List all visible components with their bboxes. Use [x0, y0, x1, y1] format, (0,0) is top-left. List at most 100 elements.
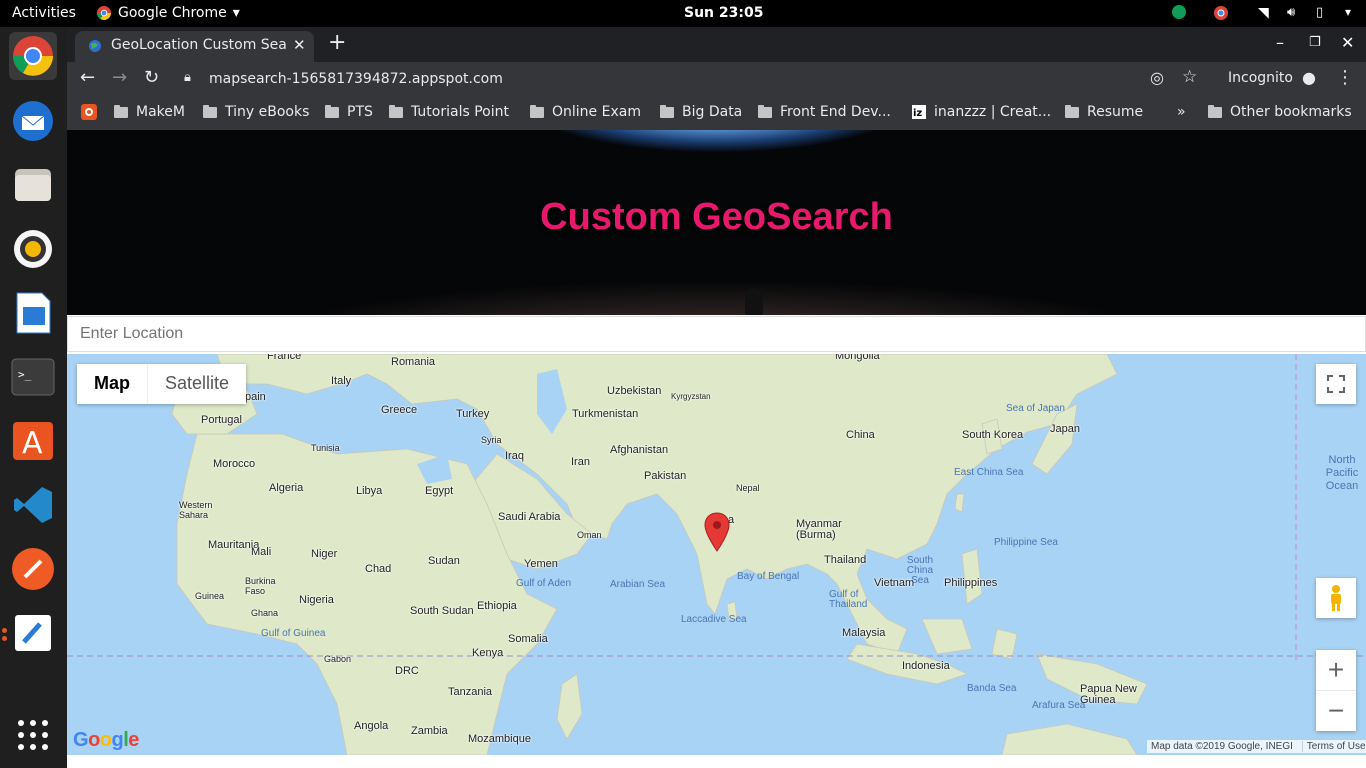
- bookmark-label: Online Exam: [552, 104, 641, 120]
- writer-icon[interactable]: [9, 289, 57, 337]
- map-label-western-sahara: Western Sahara: [179, 500, 213, 520]
- minimize-icon[interactable]: –: [1276, 33, 1284, 52]
- chrome-tray-icon[interactable]: [1213, 5, 1229, 25]
- map-label-iraq: Iraq: [505, 450, 524, 462]
- incognito-icon[interactable]: ●: [1302, 68, 1316, 87]
- bookmark-label: Tutorials Point: [411, 104, 509, 120]
- map-label-chad: Chad: [365, 563, 392, 575]
- bookmark-tutorials-point[interactable]: Tutorials Point: [389, 104, 509, 120]
- map-label-south-korea: South Korea: [962, 429, 1024, 441]
- map-type-control: Map Satellite: [77, 364, 247, 404]
- google-map[interactable]: France Romania Mongolia Italy pain Uzbek…: [67, 354, 1366, 755]
- map-sea-gulf-guinea: Gulf of Guinea: [261, 628, 326, 639]
- satellite-view-button[interactable]: Satellite: [147, 364, 246, 404]
- lock-icon[interactable]: 🔒︎: [184, 70, 191, 85]
- active-tab[interactable]: GeoLocation Custom Sear ✕: [75, 31, 314, 62]
- map-sea-east-china: East China Sea: [954, 467, 1024, 478]
- bookmark-tiny-ebooks[interactable]: Tiny eBooks: [203, 104, 309, 120]
- incognito-label[interactable]: Incognito: [1228, 70, 1293, 86]
- map-label-sudan: Sudan: [428, 555, 460, 567]
- map-label-philippines: Philippines: [944, 577, 998, 589]
- terms-of-use-link[interactable]: Terms of Use: [1301, 741, 1366, 752]
- map-sea-gulf-aden: Gulf of Aden: [516, 578, 572, 589]
- zoom-out-icon[interactable]: −: [1316, 690, 1356, 730]
- location-icon[interactable]: ◎: [1150, 68, 1164, 87]
- map-label-afghanistan: Afghanistan: [610, 444, 669, 456]
- battery-icon[interactable]: ▯: [1316, 5, 1323, 20]
- menu-icon[interactable]: ⋮: [1336, 67, 1354, 88]
- new-tab-button[interactable]: +: [328, 30, 346, 55]
- location-search-input[interactable]: [67, 316, 1366, 352]
- map-view-button[interactable]: Map: [77, 364, 147, 404]
- svg-text:>_: >_: [18, 368, 32, 381]
- map-label-nigeria: Nigeria: [299, 594, 334, 606]
- chrome-dock-icon[interactable]: [9, 32, 57, 80]
- close-window-icon[interactable]: ✕: [1341, 33, 1354, 52]
- volume-icon[interactable]: 🔊︎: [1287, 5, 1295, 20]
- map-label-morocco: Morocco: [213, 458, 256, 470]
- restore-icon[interactable]: ❐: [1309, 35, 1321, 50]
- bookmark-resume[interactable]: Resume: [1065, 104, 1143, 120]
- map-label-syria: Syria: [481, 435, 502, 445]
- map-sea-banda: Banda Sea: [967, 683, 1017, 694]
- map-label-thailand: Thailand: [824, 554, 867, 566]
- tab-title: GeoLocation Custom Sear: [111, 37, 286, 53]
- address-bar[interactable]: mapsearch-1565817394872.appspot.com: [209, 71, 503, 87]
- text-editor-icon[interactable]: [9, 609, 57, 657]
- bookmark-label: MakeM: [136, 104, 185, 120]
- back-icon[interactable]: ←: [80, 67, 95, 88]
- map-label-italy: Italy: [331, 375, 352, 387]
- forward-icon[interactable]: →: [112, 67, 127, 88]
- map-data-credit: Map data ©2019 Google, INEGI: [1151, 741, 1293, 752]
- map-label-angola: Angola: [354, 720, 389, 732]
- wifi-icon[interactable]: ◥: [1258, 5, 1269, 21]
- close-tab-icon[interactable]: ✕: [293, 36, 306, 54]
- vscode-icon[interactable]: [9, 481, 57, 529]
- software-center-icon[interactable]: A: [9, 417, 57, 465]
- zoom-in-icon[interactable]: +: [1316, 650, 1356, 690]
- map-label-turkey: Turkey: [456, 408, 490, 420]
- iz-favicon-icon: iz: [912, 105, 926, 119]
- app-menu-label: Google Chrome: [118, 5, 227, 21]
- bookmark-inanzzz[interactable]: iz inanzzz | Creat...: [912, 104, 1051, 120]
- web-page: Custom GeoSearch Enter Location France R…: [67, 130, 1366, 768]
- bookmark-big-data[interactable]: Big Data: [660, 104, 742, 120]
- app-menu[interactable]: Google Chrome ▾: [96, 5, 240, 21]
- activities-button[interactable]: Activities: [12, 5, 76, 21]
- map-label-drc: DRC: [395, 665, 419, 677]
- pegman-icon[interactable]: [1316, 578, 1356, 618]
- map-label-uzbekistan: Uzbekistan: [607, 385, 662, 397]
- clock[interactable]: Sun 23:05: [684, 5, 763, 21]
- bookmark-makem[interactable]: MakeM: [114, 104, 185, 120]
- bookmark-front-end[interactable]: Front End Dev...: [758, 104, 891, 120]
- running-indicator: [2, 628, 7, 633]
- hero-banner: Custom GeoSearch: [67, 130, 1366, 315]
- hangouts-icon[interactable]: [1172, 5, 1186, 25]
- zoom-control: + −: [1316, 650, 1356, 731]
- location-marker-icon[interactable]: [704, 512, 730, 552]
- fullscreen-icon[interactable]: [1316, 364, 1356, 404]
- bookmark-apps-icon[interactable]: [81, 104, 97, 120]
- bookmark-pts[interactable]: PTS: [325, 104, 373, 120]
- thunderbird-icon[interactable]: [9, 97, 57, 145]
- rhythmbox-icon[interactable]: [9, 225, 57, 273]
- map-label-turkmenistan: Turkmenistan: [572, 408, 639, 420]
- bookmark-online-exam[interactable]: Online Exam: [530, 104, 641, 120]
- files-icon[interactable]: [9, 161, 57, 209]
- map-sea-laccadive: Laccadive Sea: [681, 614, 747, 625]
- folder-icon: [203, 104, 217, 118]
- system-menu-icon[interactable]: ▾: [1345, 5, 1351, 19]
- map-attribution: Map data ©2019 Google, INEGI Terms of Us…: [1147, 740, 1366, 753]
- reload-icon[interactable]: ↻: [144, 67, 159, 88]
- bookmark-label: PTS: [347, 104, 373, 120]
- postman-icon[interactable]: [9, 545, 57, 593]
- map-label-ethiopia: Ethiopia: [477, 600, 517, 612]
- terminal-icon[interactable]: >_: [9, 353, 57, 401]
- bookmarks-overflow-button[interactable]: »: [1177, 104, 1186, 120]
- show-apps-icon[interactable]: [9, 711, 57, 759]
- other-bookmarks[interactable]: Other bookmarks: [1208, 104, 1352, 120]
- bookmark-star-icon[interactable]: ☆: [1182, 67, 1197, 87]
- map-label-iran: Iran: [571, 456, 590, 468]
- map-label-yemen: Yemen: [524, 558, 558, 570]
- bookmark-label: Other bookmarks: [1230, 104, 1352, 120]
